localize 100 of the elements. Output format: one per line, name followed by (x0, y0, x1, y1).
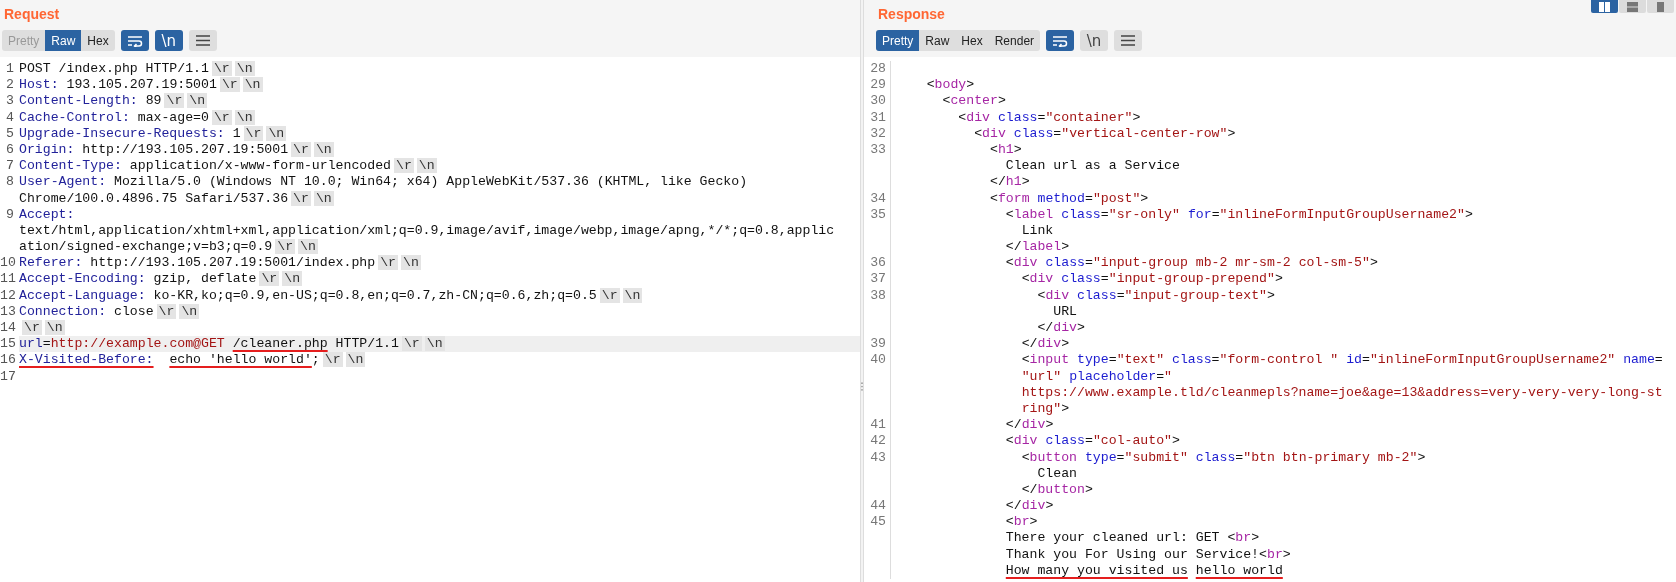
tag-name: h1 (1005, 174, 1022, 190)
line-number: 40 (870, 352, 886, 368)
newline-toggle[interactable]: \n (154, 30, 183, 51)
line-number: 35 (870, 206, 886, 222)
code-punctuation: > (1045, 417, 1054, 433)
tag-name: br (1235, 530, 1252, 546)
code-punctuation: = (42, 336, 51, 352)
tag-name: div (1045, 287, 1070, 303)
line-number: 10 (0, 255, 16, 271)
wrap-toggle[interactable] (1046, 30, 1075, 51)
line-number: 15 (0, 336, 16, 352)
view-tab[interactable]: Hex (81, 30, 115, 51)
code-punctuation: = (1116, 287, 1125, 303)
wrap-toggle[interactable] (120, 30, 149, 51)
view-tab[interactable]: Render (988, 30, 1041, 51)
crlf-marker: \r (401, 336, 422, 352)
code-punctuation: > (1013, 141, 1022, 157)
code-text: echo 'hello world' (169, 352, 312, 368)
crlf-marker: \n (424, 336, 445, 352)
code-punctuation: = (1211, 352, 1220, 368)
view-tab[interactable]: Pretty (876, 30, 920, 51)
tag-name: h1 (997, 141, 1014, 157)
code-punctuation: </ (1037, 320, 1054, 335)
header-name: Upgrade-Insecure-Requests: (19, 125, 225, 141)
menu-button[interactable] (188, 30, 217, 51)
newline-toggle[interactable]: \n (1080, 30, 1109, 51)
code-text: 1 (232, 125, 241, 141)
crlf-marker: \n (313, 141, 334, 157)
tag-name: div (1013, 433, 1038, 449)
panel-icon (1657, 1, 1664, 12)
crlf-marker: \r (156, 303, 177, 319)
view-tab[interactable]: Hex (955, 30, 989, 51)
crlf-marker: \n (416, 158, 437, 174)
param-name: url (19, 336, 43, 352)
code-punctuation: = (1362, 352, 1370, 368)
view-tab[interactable]: Raw (919, 30, 956, 51)
line-number: 17 (0, 368, 16, 384)
layout-button[interactable] (1619, 0, 1646, 13)
code-punctuation: </ (1021, 481, 1038, 497)
code-text: HTTP/1.1 (335, 336, 399, 352)
attribute-name: class (1061, 271, 1101, 287)
layout-button[interactable] (1591, 0, 1618, 13)
code-punctuation: < (1259, 546, 1267, 562)
crlf-marker: \n (187, 93, 208, 109)
string-value: "post" (1092, 190, 1141, 206)
layout-button[interactable] (1647, 0, 1674, 13)
header-name: Origin: (19, 141, 75, 157)
code-punctuation: = (1100, 271, 1109, 287)
string-value: "submit" (1124, 449, 1188, 465)
string-value: "input-group mb-2 mr-sm-2 col-sm-5" (1092, 255, 1370, 271)
tag-name: br (1013, 514, 1030, 530)
code-punctuation: < (1021, 352, 1030, 368)
line-number: 43 (870, 449, 886, 465)
attribute-name: class (1195, 449, 1236, 465)
view-tab[interactable]: Raw (45, 30, 82, 51)
tag-name: div (1021, 417, 1046, 433)
code-text: Thank you For Using our Service! (1005, 546, 1260, 562)
code-punctuation: </ (1005, 239, 1022, 255)
tag-name: button (1037, 481, 1085, 497)
code-punctuation: > (1021, 174, 1030, 190)
code-punctuation: > (1251, 530, 1260, 546)
string-value: "container" (1045, 109, 1133, 125)
code-punctuation: > (1227, 125, 1236, 141)
crlf-marker: \n (400, 255, 421, 271)
code-text: Clean (1037, 465, 1078, 481)
code-punctuation: > (1417, 449, 1426, 465)
tag-name: button (1029, 449, 1078, 465)
code-text: gzip, deflate (153, 271, 257, 287)
code-punctuation: > (1029, 514, 1038, 530)
tag-name: div (1029, 271, 1054, 287)
crlf-marker: \r (393, 158, 414, 174)
code-punctuation: > (997, 93, 1006, 109)
code-text: application/x-www-form-urlencoded (129, 158, 391, 174)
code-punctuation: > (1132, 109, 1141, 125)
string-value: "text" (1116, 352, 1165, 368)
line-number: 45 (870, 514, 886, 530)
line-number: 3 (6, 93, 14, 109)
menu-button[interactable] (1114, 30, 1143, 51)
crlf-marker: \n (234, 61, 255, 76)
attribute-name: id (1346, 352, 1362, 368)
drag-handle-icon[interactable] (861, 380, 863, 393)
attribute-name: class (997, 109, 1038, 125)
code-punctuation: < (1037, 287, 1046, 303)
crlf-marker: \n (44, 320, 65, 335)
menu-icon (1121, 35, 1136, 46)
code-punctuation: = (1116, 449, 1125, 465)
code-punctuation: </ (989, 174, 1006, 190)
line-number: 28 (870, 61, 886, 76)
rows-icon (1627, 1, 1638, 12)
line-number: 2 (6, 77, 14, 93)
tag-name: center (950, 93, 998, 109)
tag-name: div (1013, 255, 1038, 271)
crlf-marker: \r (243, 125, 264, 141)
code-punctuation: > (1172, 433, 1180, 449)
code-punctuation: < (1005, 514, 1014, 530)
header-name: X-Visited-Before: (19, 352, 154, 368)
string-value: https://www.example.tld/cleanmepls?name=joe&age=13&address=very-very-very-long-st (1021, 384, 1663, 400)
code-punctuation: = (1211, 206, 1220, 222)
crlf-marker: \r (259, 271, 280, 287)
crlf-marker: \n (179, 303, 200, 319)
